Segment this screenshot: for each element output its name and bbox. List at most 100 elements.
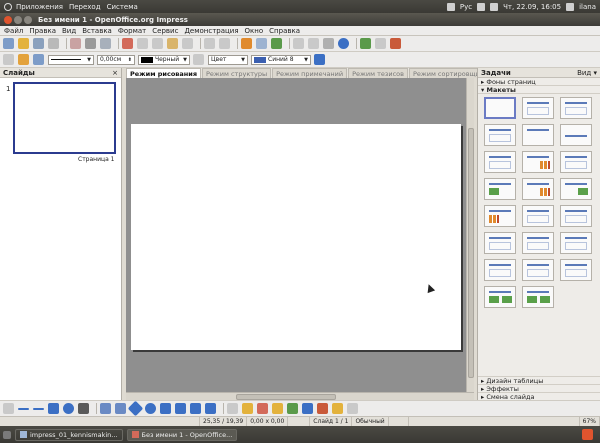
save-icon[interactable]: [33, 38, 44, 49]
panel-menu-places[interactable]: Переход: [69, 3, 101, 11]
draw-arrow-icon[interactable]: [33, 407, 44, 410]
close-pane-icon[interactable]: ×: [112, 69, 118, 77]
layout-title-two-objects[interactable]: [560, 232, 592, 254]
tab-outline[interactable]: Режим структуры: [202, 68, 272, 78]
keyboard-layout-indicator[interactable]: Рус: [460, 3, 472, 11]
area-icon[interactable]: [193, 54, 204, 65]
open-folder-icon[interactable]: [18, 38, 29, 49]
line-color-select[interactable]: Черный ▼: [138, 54, 190, 65]
menu-file[interactable]: Файл: [4, 27, 23, 35]
menu-view[interactable]: Вид: [62, 27, 76, 35]
curve-icon[interactable]: [100, 403, 111, 414]
menu-insert[interactable]: Вставка: [82, 27, 112, 35]
line-style-select[interactable]: ▼: [48, 54, 94, 65]
export-pdf-icon[interactable]: [70, 38, 81, 49]
layout-text-picture[interactable]: [560, 178, 592, 200]
user-name[interactable]: ilana: [579, 3, 596, 11]
menu-slideshow[interactable]: Демонстрация: [184, 27, 238, 35]
maximize-window-button[interactable]: [24, 15, 32, 24]
layout-title-slide[interactable]: [522, 97, 554, 119]
minimize-window-button[interactable]: [14, 15, 22, 24]
alignment-icon[interactable]: [317, 403, 328, 414]
print-icon[interactable]: [85, 38, 96, 49]
table-icon[interactable]: [256, 38, 267, 49]
layout-text-chart[interactable]: [522, 178, 554, 200]
tab-normal[interactable]: Режим рисования: [126, 68, 202, 78]
line-icon[interactable]: [18, 54, 29, 65]
glue-points-icon[interactable]: [242, 403, 253, 414]
area-color-select[interactable]: Синий 8 ▼: [251, 54, 311, 65]
layout-two-text-object[interactable]: [484, 232, 516, 254]
extrusion-icon[interactable]: [347, 403, 358, 414]
show-draw-functions-icon[interactable]: [308, 38, 319, 49]
slideshow-icon[interactable]: [390, 38, 401, 49]
taskbar-item-impress[interactable]: Без имени 1 - OpenOffice...: [126, 428, 238, 441]
layout-four-objects[interactable]: [560, 259, 592, 281]
paste-icon[interactable]: [167, 38, 178, 49]
layout-text-over-object[interactable]: [484, 259, 516, 281]
layout-title-chart[interactable]: [522, 151, 554, 173]
layout-title-only[interactable]: [522, 124, 554, 146]
panel-menu-system[interactable]: Система: [107, 3, 138, 11]
points-icon[interactable]: [227, 403, 238, 414]
arrow-style-icon[interactable]: [33, 54, 44, 65]
symbol-shapes-icon[interactable]: [145, 403, 156, 414]
window-titlebar[interactable]: Без имени 1 - OpenOffice.org Impress: [0, 13, 600, 26]
slide-icon[interactable]: [360, 38, 371, 49]
spellcheck-icon[interactable]: [122, 38, 133, 49]
tab-handout[interactable]: Режим тезисов: [348, 68, 408, 78]
from-file-icon[interactable]: [272, 403, 283, 414]
text-icon[interactable]: [78, 403, 89, 414]
undo-icon[interactable]: [204, 38, 215, 49]
layout-object-two-text[interactable]: [522, 232, 554, 254]
display-grid-icon[interactable]: [293, 38, 304, 49]
zoom-icon[interactable]: [323, 38, 334, 49]
help-icon[interactable]: [338, 38, 349, 49]
layout-four-pictures[interactable]: [484, 286, 516, 308]
callouts-icon[interactable]: [190, 403, 201, 414]
clone-formatting-icon[interactable]: [182, 38, 193, 49]
layout-picture-text[interactable]: [484, 178, 516, 200]
layout-two-content[interactable]: [484, 124, 516, 146]
hyperlink-globe-icon[interactable]: [271, 38, 282, 49]
clock[interactable]: Чт, 22.09, 16:05: [503, 3, 561, 11]
section-slide-transition[interactable]: ▸ Смена слайда: [478, 392, 600, 401]
network-icon[interactable]: [446, 2, 455, 11]
panel-menu-applications[interactable]: Приложения: [16, 3, 63, 11]
email-icon[interactable]: [48, 38, 59, 49]
layout-title-content[interactable]: [560, 97, 592, 119]
slide-layout-icon[interactable]: [375, 38, 386, 49]
cut-icon[interactable]: [137, 38, 148, 49]
layout-title-table[interactable]: [560, 151, 592, 173]
status-slide[interactable]: Слайд 1 / 1: [310, 416, 353, 427]
layout-chart-text[interactable]: [484, 205, 516, 227]
horizontal-scrollbar[interactable]: [126, 392, 474, 400]
rotate-icon[interactable]: [302, 403, 313, 414]
mail-icon[interactable]: [490, 2, 499, 11]
section-layouts[interactable]: ▾ Макеты: [478, 86, 600, 94]
rectangle-icon[interactable]: [48, 403, 59, 414]
layout-blank[interactable]: [484, 97, 516, 119]
taskbar-item-document[interactable]: impress_01_kennismakin...: [15, 428, 123, 441]
menu-help[interactable]: Справка: [269, 27, 300, 35]
tab-notes[interactable]: Режим примечаний: [272, 68, 348, 78]
scrollbar-thumb[interactable]: [468, 128, 474, 378]
layout-object-over-text[interactable]: [522, 259, 554, 281]
chart-icon[interactable]: [241, 38, 252, 49]
status-master[interactable]: Обычный: [352, 416, 389, 427]
layout-centered-text[interactable]: [560, 124, 592, 146]
edit-points-icon[interactable]: [3, 54, 14, 65]
volume-icon[interactable]: [477, 2, 486, 11]
section-table-design[interactable]: ▸ Дизайн таблицы: [478, 376, 600, 385]
flowchart-icon[interactable]: [175, 403, 186, 414]
stars-icon[interactable]: [205, 403, 216, 414]
redo-icon[interactable]: [219, 38, 230, 49]
shadow-icon[interactable]: [314, 54, 325, 65]
close-window-button[interactable]: [4, 15, 12, 24]
show-desktop-icon[interactable]: [3, 430, 11, 439]
fontwork-icon[interactable]: [257, 403, 268, 414]
menu-edit[interactable]: Правка: [29, 27, 56, 35]
layout-title-text[interactable]: [484, 151, 516, 173]
draw-line-icon[interactable]: [18, 407, 29, 410]
slide-thumbnail[interactable]: [13, 82, 116, 154]
